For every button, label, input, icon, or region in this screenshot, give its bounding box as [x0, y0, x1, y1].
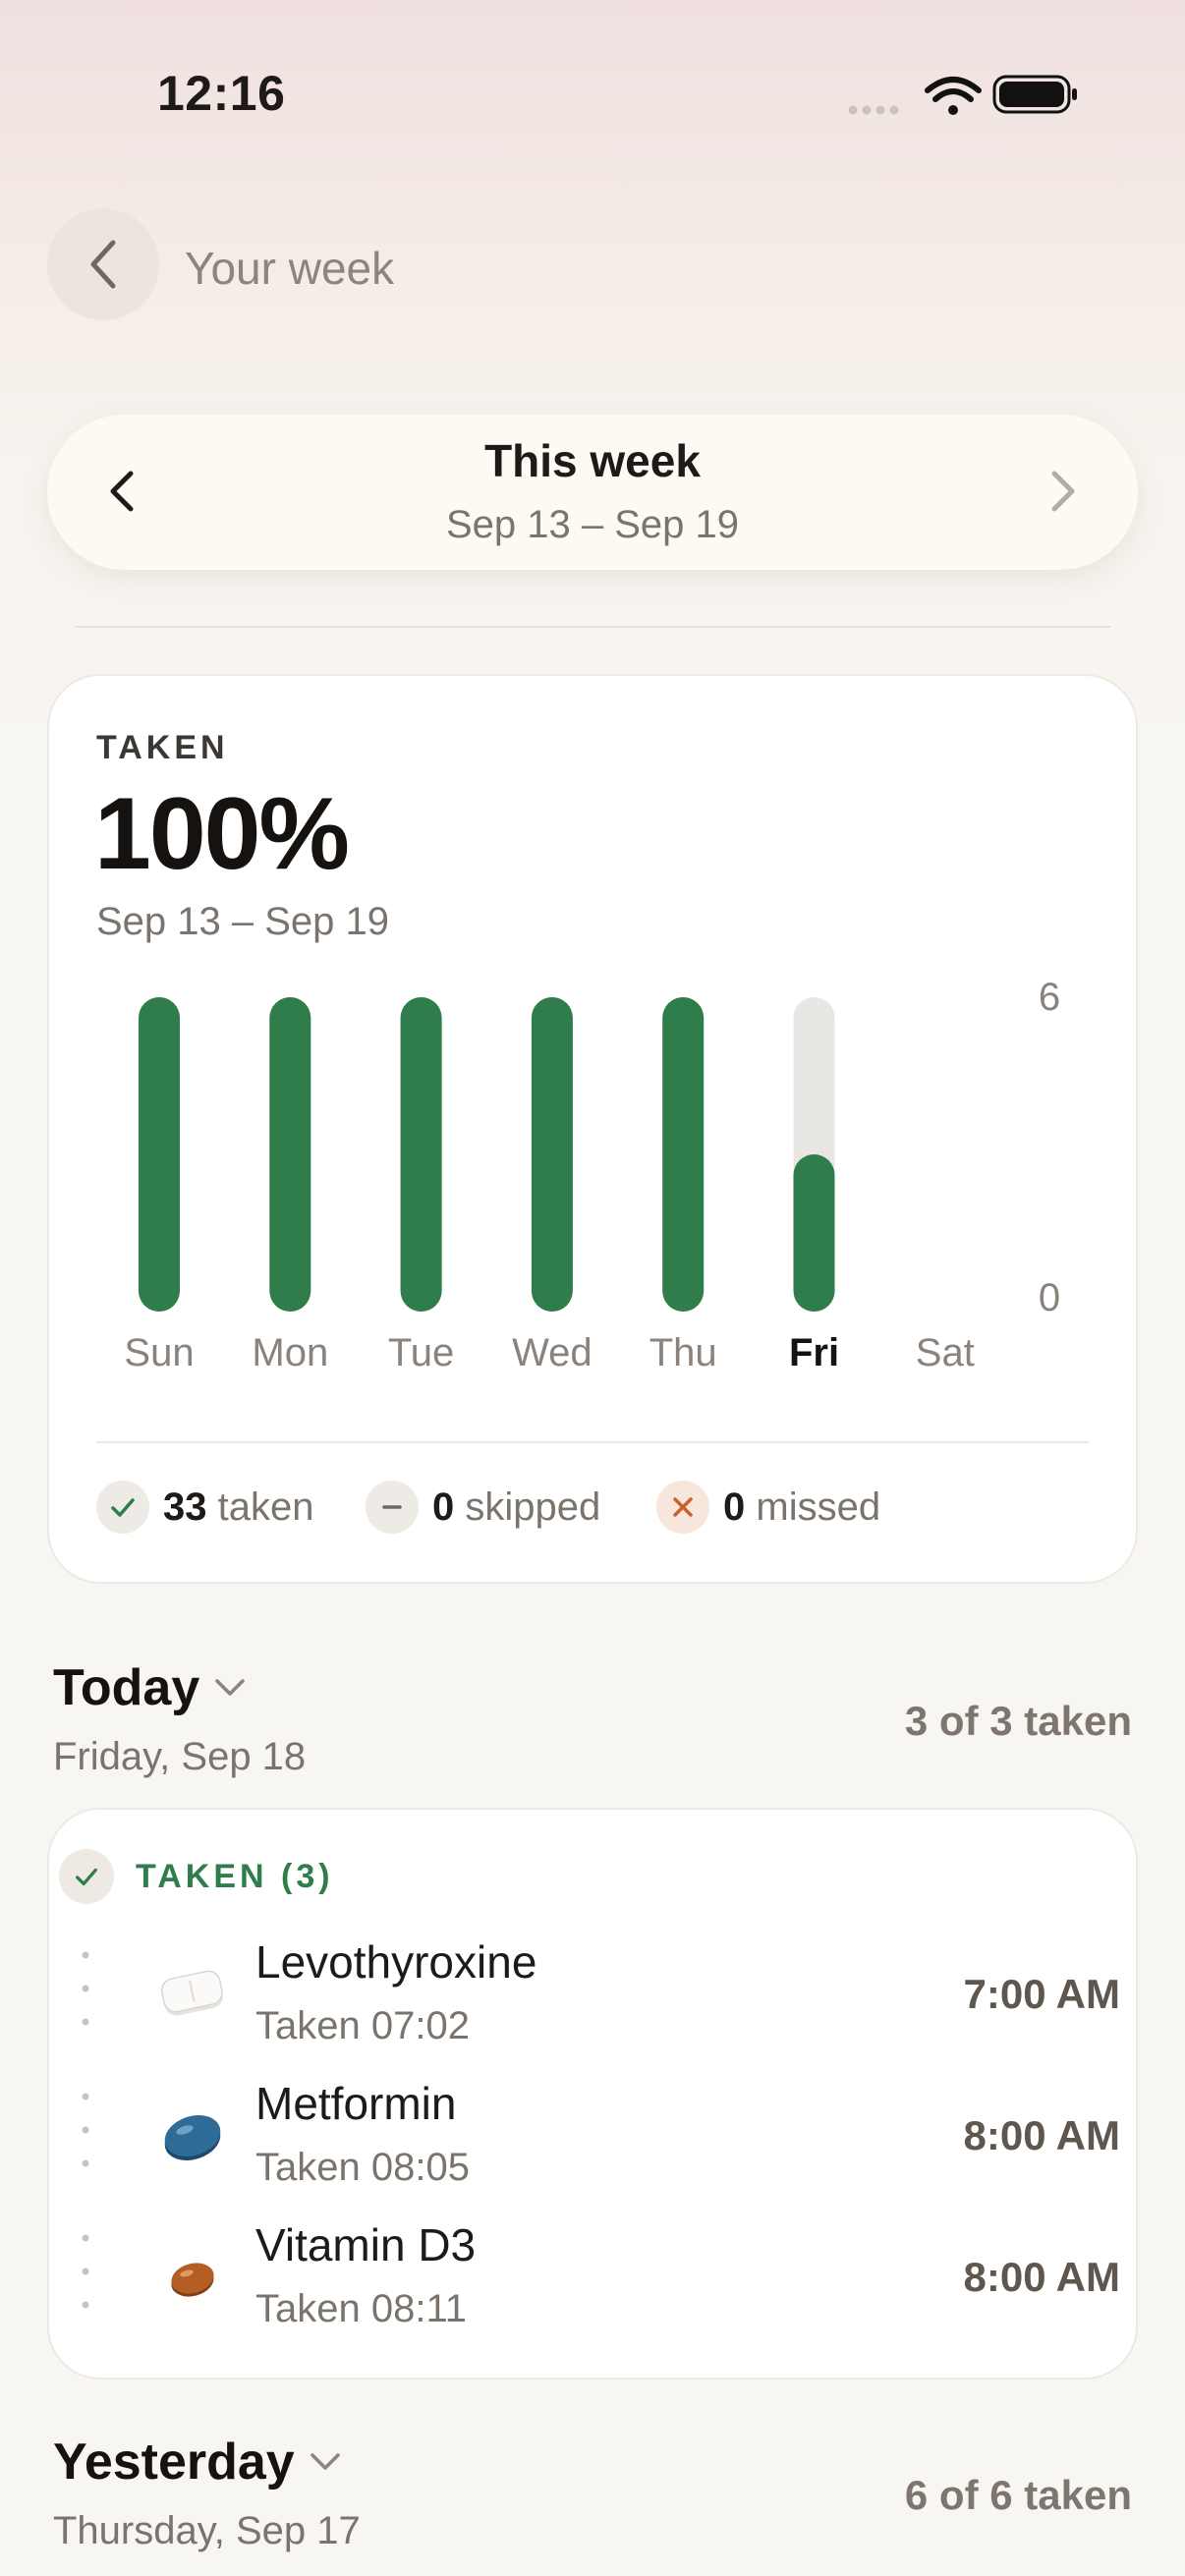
taken-group-header: TAKEN (3) [59, 1849, 334, 1904]
bar-fri [793, 1154, 835, 1312]
yesterday-section-toggle[interactable]: Yesterday [53, 2433, 342, 2492]
drag-handle-icon[interactable] [81, 2226, 90, 2324]
y-tick-6: 6 [1039, 976, 1060, 1019]
status-time: 12:16 [157, 66, 286, 121]
bar-mon [269, 997, 311, 1312]
drag-handle-icon[interactable] [81, 2085, 90, 2183]
minus-icon [366, 1481, 419, 1534]
brown-pill-icon [171, 2263, 214, 2297]
med-row-vitamin-d3[interactable]: Vitamin D3 Taken 08:11 8:00 AM [59, 2218, 1130, 2346]
legend-taken: 33 taken [96, 1478, 313, 1537]
x-icon [656, 1481, 709, 1534]
skipped-label: skipped [465, 1484, 601, 1529]
page-title: Your week [185, 243, 395, 294]
chevron-left-icon [110, 471, 134, 512]
status-icons [845, 71, 1081, 120]
today-title: Today [53, 1659, 200, 1716]
tick-label-thu: Thu [649, 1331, 717, 1374]
battery-icon [992, 75, 1077, 114]
chevron-down-icon [310, 2453, 340, 2470]
adherence-range: Sep 13 – Sep 19 [96, 900, 390, 943]
med-status: Taken 08:05 [255, 2146, 470, 2189]
taken-label: taken [217, 1484, 314, 1529]
week-range: Sep 13 – Sep 19 [445, 503, 740, 546]
med-status: Taken 07:02 [255, 2004, 470, 2047]
drag-handle-icon[interactable] [81, 1943, 90, 2042]
missed-count: 0 [723, 1484, 746, 1529]
yesterday-title: Yesterday [53, 2434, 295, 2491]
chevron-left-icon [90, 240, 116, 289]
med-time: 8:00 AM [963, 2254, 1121, 2300]
med-time: 7:00 AM [963, 1971, 1121, 2017]
adherence-label: TAKEN [96, 729, 229, 766]
check-icon [59, 1849, 114, 1904]
med-row-metformin[interactable]: Metformin Taken 08:05 8:00 AM [59, 2077, 1130, 2205]
legend-skipped: 0 skipped [366, 1478, 600, 1537]
tick-label-wed: Wed [512, 1331, 592, 1374]
weekly-adherence-chart: Sun Mon Tue Wed Thu Fri Sat 6 0 [124, 976, 1060, 1374]
taken-group-label: TAKEN (3) [136, 1857, 334, 1895]
chevron-right-icon [1051, 471, 1075, 512]
next-week-button[interactable] [1036, 462, 1091, 521]
white-pill-icon [160, 1970, 223, 2016]
bar-wed [531, 997, 573, 1312]
today-count: 3 of 3 taken [904, 1698, 1132, 1744]
yesterday-count: 6 of 6 taken [904, 2472, 1132, 2518]
signal-icon [848, 105, 899, 115]
med-time: 8:00 AM [963, 2112, 1121, 2158]
legend-missed: 0 missed [656, 1478, 880, 1537]
week-title: This week [484, 435, 701, 486]
today-date: Friday, Sep 18 [53, 1735, 307, 1778]
med-name: Metformin [255, 2078, 457, 2129]
med-status: Taken 08:11 [255, 2287, 467, 2330]
bar-thu [662, 997, 705, 1312]
blue-pill-icon [164, 2114, 221, 2161]
back-button[interactable] [47, 208, 159, 320]
missed-label: missed [756, 1484, 881, 1529]
taken-count: 33 [163, 1484, 207, 1529]
bar-sun [139, 997, 180, 1312]
check-icon [96, 1481, 149, 1534]
yesterday-date: Thursday, Sep 17 [53, 2509, 361, 2552]
tick-label-tue: Tue [388, 1331, 454, 1374]
chevron-down-icon [215, 1679, 246, 1696]
med-name: Levothyroxine [255, 1936, 537, 1988]
previous-week-button[interactable] [94, 462, 149, 521]
today-section-toggle[interactable]: Today [53, 1658, 247, 1717]
divider [96, 1441, 1089, 1443]
med-name: Vitamin D3 [255, 2219, 477, 2270]
adherence-percent: 100% [94, 777, 350, 891]
divider [75, 626, 1110, 628]
med-row-levothyroxine[interactable]: Levothyroxine Taken 07:02 7:00 AM [59, 1935, 1130, 2063]
tick-label-sat: Sat [916, 1331, 975, 1374]
bar-tue [400, 997, 442, 1312]
wifi-icon [925, 77, 982, 115]
tick-label-fri: Fri [789, 1331, 839, 1374]
tick-label-mon: Mon [252, 1331, 328, 1374]
tick-label-sun: Sun [124, 1331, 194, 1374]
skipped-count: 0 [432, 1484, 455, 1529]
y-tick-0: 0 [1039, 1276, 1060, 1319]
